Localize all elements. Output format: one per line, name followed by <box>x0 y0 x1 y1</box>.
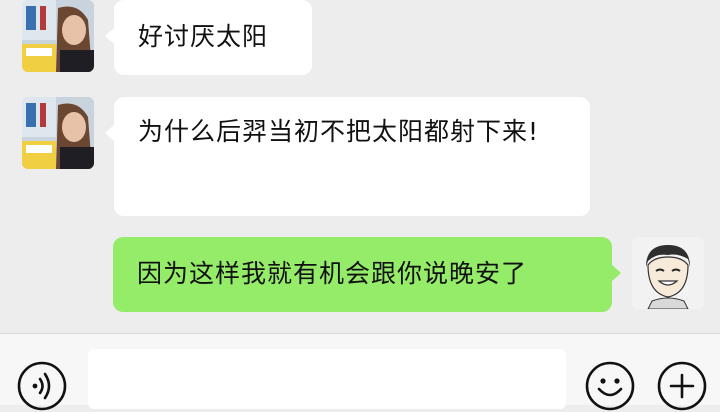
emoji-button[interactable] <box>584 360 636 412</box>
contact-avatar[interactable] <box>22 0 94 72</box>
plus-icon <box>657 361 707 411</box>
contact-avatar[interactable] <box>22 97 94 169</box>
message-text: 为什么后羿当初不把太阳都射下来! <box>138 117 540 146</box>
message-input[interactable] <box>88 349 566 409</box>
voice-button[interactable] <box>16 360 68 412</box>
message-text: 因为这样我就有机会跟你说晚安了 <box>137 259 528 288</box>
self-avatar[interactable] <box>632 237 704 309</box>
message-bubble[interactable]: 因为这样我就有机会跟你说晚安了 <box>113 237 621 312</box>
message-text: 好讨厌太阳 <box>138 22 269 51</box>
voice-icon <box>17 361 67 411</box>
emoji-icon <box>585 361 635 411</box>
input-bar <box>0 333 720 411</box>
message-bubble[interactable]: 为什么后羿当初不把太阳都射下来! <box>105 97 590 216</box>
add-button[interactable] <box>656 360 708 412</box>
chat-area: 好讨厌太阳 为什么后羿当初不把太阳都射下来! 因为这样我就有机会跟你说晚安了 <box>0 0 720 333</box>
message-bubble[interactable]: 好讨厌太阳 <box>105 0 312 75</box>
